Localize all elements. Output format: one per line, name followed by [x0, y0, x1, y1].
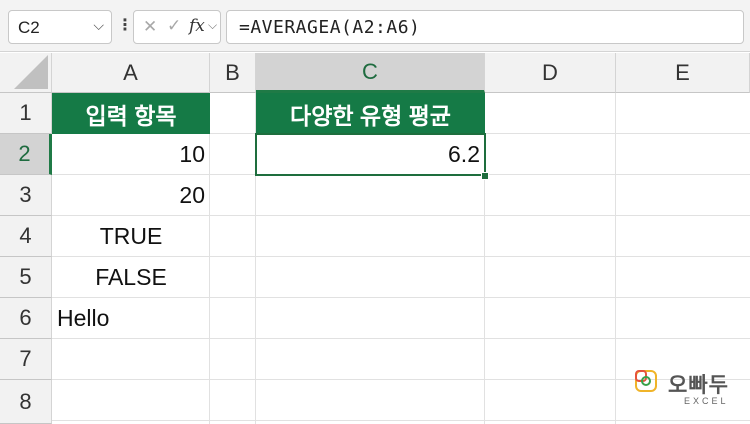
column-header-d[interactable]: D — [485, 53, 616, 93]
row-header-3[interactable]: 3 — [0, 175, 52, 216]
row-header-2[interactable]: 2 — [0, 134, 52, 175]
name-box-value: C2 — [18, 18, 40, 37]
formula-bar: C2 ⌵ ⋮ ✕ ✓ fx ⌵ =AVERAGEA(A2:A6) — [0, 0, 750, 52]
cell-c1[interactable]: 다양한 유형 평균 — [256, 93, 485, 134]
gridline — [615, 93, 616, 424]
insert-function-icon[interactable]: fx — [189, 16, 205, 36]
cell-a3[interactable]: 20 — [52, 175, 210, 216]
cancel-icon[interactable]: ✕ — [143, 17, 157, 37]
name-box[interactable]: C2 ⌵ — [8, 10, 112, 44]
cell-a2[interactable]: 10 — [52, 134, 210, 175]
watermark: 오빠두 EXCEL — [634, 369, 744, 409]
fill-handle[interactable] — [481, 172, 489, 180]
cell-a5[interactable]: FALSE — [52, 257, 210, 298]
watermark-sub: EXCEL — [684, 396, 729, 406]
formula-controls: ✕ ✓ fx ⌵ — [133, 10, 221, 44]
chevron-down-icon[interactable]: ⌵ — [93, 17, 104, 34]
more-options-icon[interactable]: ⋮ — [117, 14, 133, 38]
column-header-b[interactable]: B — [210, 53, 256, 93]
cell-a1[interactable]: 입력 항목 — [52, 93, 210, 134]
row-header-8[interactable]: 8 — [0, 380, 52, 424]
column-header-a[interactable]: A — [52, 53, 210, 93]
row-header-4[interactable]: 4 — [0, 216, 52, 257]
gridline — [52, 420, 750, 421]
select-all-button[interactable] — [0, 53, 52, 93]
row-header-5[interactable]: 5 — [0, 257, 52, 298]
formula-text: =AVERAGEA(A2:A6) — [239, 17, 421, 38]
cell-a4[interactable]: TRUE — [52, 216, 210, 257]
formula-input[interactable]: =AVERAGEA(A2:A6) — [226, 10, 744, 44]
brand-logo-icon — [635, 370, 657, 392]
watermark-brand: 오빠두 — [668, 374, 729, 397]
active-cell-border — [255, 133, 486, 176]
row-header-6[interactable]: 6 — [0, 298, 52, 339]
chevron-down-icon[interactable]: ⌵ — [208, 18, 217, 33]
column-header-c[interactable]: C — [256, 53, 485, 93]
row-header-1[interactable]: 1 — [0, 93, 52, 134]
row-header-7[interactable]: 7 — [0, 339, 52, 380]
cell-a6[interactable]: Hello — [52, 298, 210, 339]
column-header-e[interactable]: E — [616, 53, 750, 93]
enter-icon[interactable]: ✓ — [167, 16, 181, 36]
